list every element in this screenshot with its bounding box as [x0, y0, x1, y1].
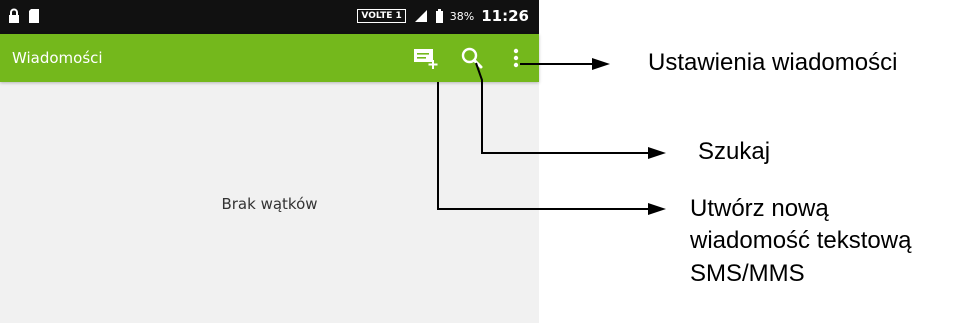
new-message-arrowhead	[648, 203, 666, 215]
settings-annotation: Ustawienia wiadomości	[648, 49, 898, 76]
search-arrowhead	[648, 147, 666, 159]
new-message-annotation-line2: wiadomość tekstową	[690, 227, 912, 255]
new-message-annotation-line1: Utwórz nową	[690, 195, 829, 222]
new-message-arrow-line	[437, 82, 650, 210]
search-annotation: Szukaj	[698, 138, 771, 165]
settings-arrowhead	[592, 58, 610, 70]
new-message-annotation-line3: SMS/MMS	[690, 259, 805, 287]
new-message-annotation: Utwórz nową wiadomość tekstową SMS/MMS	[690, 193, 911, 290]
search-arrow-line	[475, 62, 650, 154]
